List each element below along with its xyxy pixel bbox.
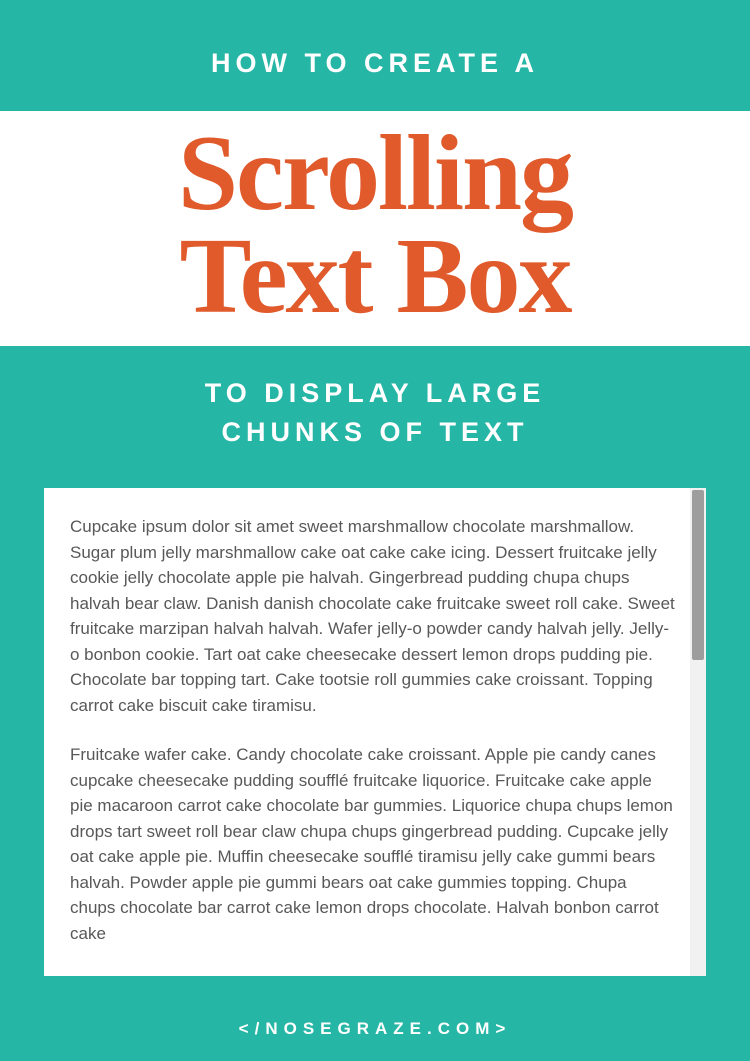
header-overline-band: HOW TO CREATE A bbox=[0, 0, 750, 111]
overline-text: HOW TO CREATE A bbox=[40, 48, 710, 79]
main-title: Scrolling Text Box bbox=[30, 123, 720, 328]
subtitle-line-2: CHUNKS OF TEXT bbox=[221, 417, 528, 447]
title-band: Scrolling Text Box bbox=[0, 111, 750, 346]
footer-url: </NOSEGRAZE.COM> bbox=[0, 1019, 750, 1039]
page: HOW TO CREATE A Scrolling Text Box TO DI… bbox=[0, 0, 750, 1061]
paragraph-2: Fruitcake wafer cake. Candy chocolate ca… bbox=[70, 742, 676, 946]
scrolling-text-box[interactable]: Cupcake ipsum dolor sit amet sweet marsh… bbox=[44, 488, 706, 976]
content-area: Cupcake ipsum dolor sit amet sweet marsh… bbox=[0, 488, 750, 989]
title-line-1: Scrolling bbox=[178, 114, 572, 233]
subtitle-text: TO DISPLAY LARGE CHUNKS OF TEXT bbox=[40, 374, 710, 452]
scrollbox-content: Cupcake ipsum dolor sit amet sweet marsh… bbox=[44, 488, 690, 976]
scrollbar-track[interactable] bbox=[690, 488, 706, 976]
scrollbar-thumb[interactable] bbox=[692, 490, 704, 660]
subtitle-line-1: TO DISPLAY LARGE bbox=[205, 378, 546, 408]
paragraph-1: Cupcake ipsum dolor sit amet sweet marsh… bbox=[70, 514, 676, 718]
title-line-2: Text Box bbox=[179, 217, 570, 336]
footer: </NOSEGRAZE.COM> bbox=[0, 989, 750, 1061]
subtitle-band: TO DISPLAY LARGE CHUNKS OF TEXT bbox=[0, 346, 750, 488]
